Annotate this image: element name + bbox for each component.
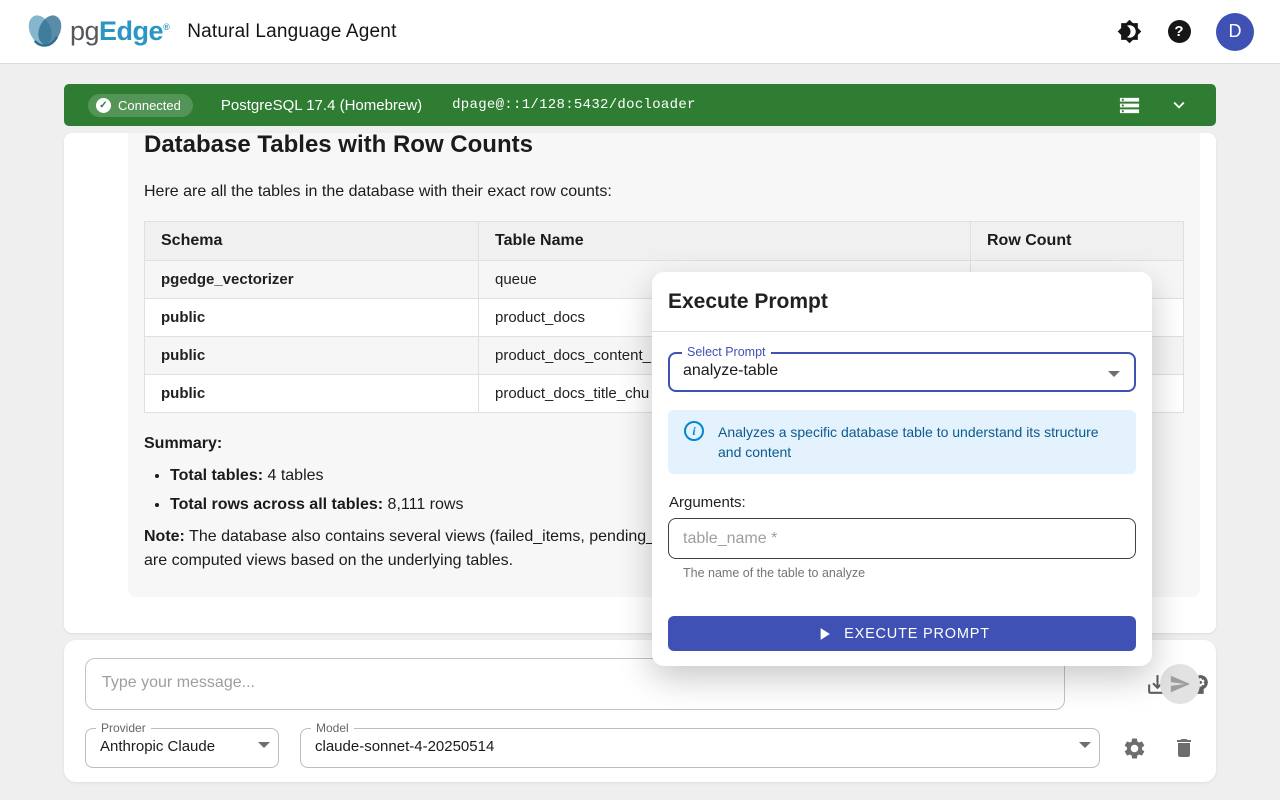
play-arrow-icon: [814, 624, 834, 644]
connection-string: dpage@::1/128:5432/docloader: [452, 97, 696, 113]
dropdown-arrow-icon: [1108, 371, 1120, 377]
provider-select[interactable]: Provider Anthropic Claude: [85, 728, 279, 768]
provider-select-value: Anthropic Claude: [100, 738, 215, 755]
column-header-table-name: Table Name: [479, 222, 971, 261]
logo-text-pg: pg: [70, 16, 99, 46]
dark-mode-icon: [1117, 19, 1142, 44]
message-intro: Here are all the tables in the database …: [144, 183, 1184, 201]
theme-toggle-button[interactable]: [1116, 19, 1142, 45]
connection-list-button[interactable]: [1116, 92, 1142, 118]
help-button[interactable]: ?: [1166, 19, 1192, 45]
logo-registered-mark: ®: [163, 22, 169, 32]
arguments-label: Arguments:: [669, 494, 746, 511]
settings-button[interactable]: [1121, 735, 1147, 761]
table-name-input[interactable]: [668, 518, 1136, 559]
dialog-divider: [652, 331, 1152, 332]
app: pgEdge® Natural Language Agent ? D ✓ Con…: [0, 0, 1280, 800]
schema-cell: public: [145, 337, 479, 375]
info-icon: i: [684, 421, 704, 441]
prompt-select-label: Select Prompt: [682, 345, 771, 359]
help-icon: ?: [1168, 20, 1191, 43]
execute-prompt-dialog: Execute Prompt Select Prompt analyze-tab…: [652, 272, 1152, 666]
schema-cell: public: [145, 299, 479, 337]
dropdown-arrow-icon: [258, 742, 270, 748]
page-title: Natural Language Agent: [187, 21, 396, 43]
connection-status-label: Connected: [118, 98, 181, 113]
chevron-down-icon: [1168, 94, 1190, 116]
dialog-title: Execute Prompt: [668, 290, 1136, 314]
message-heading: Database Tables with Row Counts: [144, 133, 1184, 159]
check-circle-icon: ✓: [96, 98, 111, 113]
column-header-row-count: Row Count: [971, 222, 1184, 261]
connection-status-badge: ✓ Connected: [88, 94, 193, 117]
schema-cell: public: [145, 375, 479, 413]
storage-icon: [1118, 94, 1141, 117]
pgedge-logo: pgEdge®: [22, 9, 169, 55]
app-bar: pgEdge® Natural Language Agent ? D: [0, 0, 1280, 64]
dropdown-arrow-icon: [1079, 742, 1091, 748]
logo-text-edge: Edge: [99, 16, 163, 46]
schema-cell: pgedge_vectorizer: [145, 261, 479, 299]
connection-bar: ✓ Connected PostgreSQL 17.4 (Homebrew) d…: [64, 84, 1216, 126]
prompt-select-value: analyze-table: [683, 362, 778, 380]
model-select[interactable]: Model claude-sonnet-4-20250514: [300, 728, 1100, 768]
gear-icon: [1122, 736, 1147, 761]
trash-icon: [1172, 736, 1196, 760]
send-button[interactable]: [1160, 664, 1200, 704]
execute-prompt-button[interactable]: EXECUTE PROMPT: [668, 616, 1136, 651]
argument-helper-text: The name of the table to analyze: [683, 566, 865, 580]
connection-collapse-button[interactable]: [1166, 92, 1192, 118]
prompt-select[interactable]: Select Prompt analyze-table: [668, 352, 1136, 392]
prompt-description-alert: i Analyzes a specific database table to …: [668, 410, 1136, 474]
clear-chat-button[interactable]: [1171, 735, 1197, 761]
model-select-value: claude-sonnet-4-20250514: [315, 738, 494, 755]
table-header-row: Schema Table Name Row Count: [145, 222, 1184, 261]
pgedge-logo-icon: [22, 9, 68, 55]
prompt-description-text: Analyzes a specific database table to un…: [718, 422, 1118, 463]
column-header-schema: Schema: [145, 222, 479, 261]
user-avatar[interactable]: D: [1216, 13, 1254, 51]
server-version-label: PostgreSQL 17.4 (Homebrew): [221, 97, 422, 114]
model-select-label: Model: [311, 721, 354, 735]
send-icon: [1169, 673, 1191, 695]
provider-select-label: Provider: [96, 721, 151, 735]
